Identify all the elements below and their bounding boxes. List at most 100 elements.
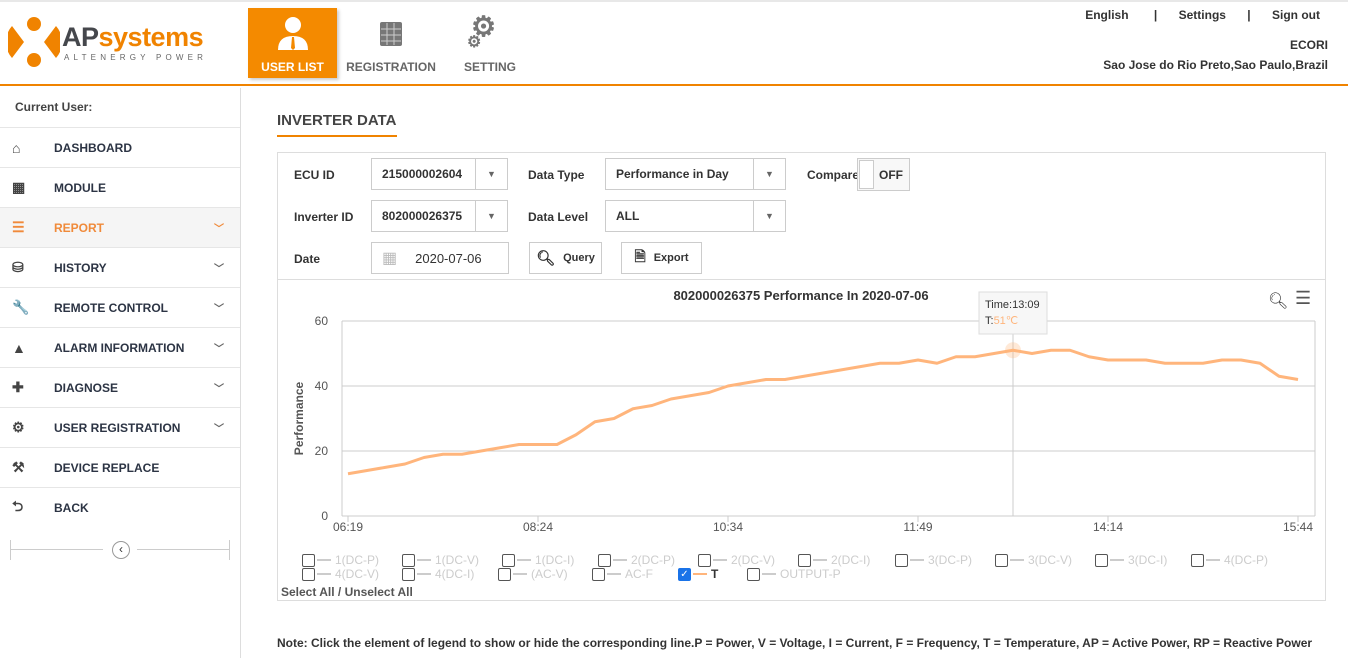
back-icon: ⮌ bbox=[12, 497, 24, 514]
nav-user-list[interactable]: USER LIST bbox=[248, 8, 337, 78]
x-tick-label: 10:34 bbox=[713, 520, 743, 534]
search-icon: 🔍︎ bbox=[536, 250, 556, 267]
sidebar-item-back[interactable]: ⮌ BACK bbox=[0, 487, 240, 527]
sidebar-item-alarm-information[interactable]: ▲ ALARM INFORMATION ﹀ bbox=[0, 327, 240, 367]
checkbox[interactable] bbox=[302, 553, 315, 567]
sidebar-item-label: REMOTE CONTROL bbox=[54, 300, 168, 315]
hover-marker bbox=[1005, 342, 1021, 359]
checkbox[interactable] bbox=[798, 553, 811, 567]
sidebar-item-user-registration[interactable]: ⚙ USER REGISTRATION ﹀ bbox=[0, 407, 240, 447]
chevron-down-icon: ﹀ bbox=[214, 224, 224, 235]
signout-link[interactable]: Sign out bbox=[1272, 8, 1320, 22]
select-all-link[interactable]: Select All / Unselect All bbox=[281, 585, 413, 599]
home-icon: ⌂ bbox=[12, 139, 21, 156]
user-name: ECORI bbox=[1289, 38, 1328, 52]
checkbox[interactable] bbox=[592, 567, 605, 581]
chevron-down-icon: ﹀ bbox=[214, 424, 224, 435]
checkbox[interactable] bbox=[995, 553, 1008, 567]
sidebar-item-label: DEVICE REPLACE bbox=[54, 460, 160, 475]
legend-item[interactable]: 4(DC-V) bbox=[302, 567, 379, 581]
tooltip-value: T:51℃ bbox=[985, 315, 1018, 327]
legend-item[interactable]: 4(DC-P) bbox=[1191, 553, 1268, 567]
sidebar-item-report[interactable]: ☰ REPORT ﹀ bbox=[0, 207, 240, 247]
sidebar-item-label: DIAGNOSE bbox=[54, 380, 119, 395]
nav-setting[interactable]: ⚙ ⚙ SETTING bbox=[455, 8, 525, 78]
data-type-select[interactable]: Performance in Day ▼ bbox=[605, 158, 786, 190]
document-icon: 🗎 bbox=[634, 248, 646, 264]
apsystems-logo-icon bbox=[8, 17, 60, 67]
legend-item[interactable]: 3(DC-V) bbox=[995, 553, 1072, 567]
legend-item[interactable]: 1(DC-P) bbox=[302, 553, 379, 567]
checkbox[interactable] bbox=[598, 553, 611, 567]
inverter-id-select[interactable]: 802000026375 ▼ bbox=[371, 200, 508, 232]
data-level-select[interactable]: ALL ▼ bbox=[605, 200, 786, 232]
menu-icon[interactable]: ☰ bbox=[1295, 288, 1311, 309]
date-input[interactable]: ▦ 2020-07-06 bbox=[371, 242, 509, 274]
settings-link[interactable]: Settings bbox=[1179, 8, 1226, 22]
report-icon: ☰ bbox=[12, 219, 25, 235]
legend-item[interactable]: 1(DC-V) bbox=[402, 553, 479, 567]
language-link[interactable]: English bbox=[1085, 8, 1128, 22]
checkbox[interactable] bbox=[502, 553, 515, 567]
legend-item[interactable]: 2(DC-P) bbox=[598, 553, 675, 567]
nav-registration[interactable]: REGISTRATION bbox=[345, 8, 437, 78]
y-tick-label: 20 bbox=[315, 444, 329, 458]
ecu-id-select[interactable]: 215000002604 ▼ bbox=[371, 158, 508, 190]
zoom-icon[interactable]: 🔍︎ bbox=[1268, 291, 1288, 311]
query-button[interactable]: 🔍︎ Query bbox=[529, 242, 602, 274]
grid-icon: ▦ bbox=[12, 179, 26, 195]
sidebar-item-device-replace[interactable]: ⚒ DEVICE REPLACE bbox=[0, 447, 240, 487]
sidebar: Current User: ⌂ DASHBOARD ▦ MODULE ☰ REPORT ﹀ ⛁… bbox=[0, 88, 241, 658]
page-title: INVERTER DATA bbox=[277, 112, 397, 129]
legend-item[interactable]: 1(DC-I) bbox=[502, 553, 574, 567]
export-button[interactable]: 🗎 Export bbox=[621, 242, 702, 274]
legend-item[interactable]: 4(DC-I) bbox=[402, 567, 474, 581]
header: APsystems ALTENERGY POWER USER LIST REGI… bbox=[0, 0, 1348, 86]
legend-item[interactable]: (AC-V) bbox=[498, 567, 568, 581]
legend-item[interactable]: OUTPUT-P bbox=[747, 567, 841, 581]
sidebar-item-dashboard[interactable]: ⌂ DASHBOARD bbox=[0, 127, 240, 167]
legend-item[interactable]: AC-F bbox=[592, 567, 653, 581]
sidebar-item-history[interactable]: ⛁ HISTORY ﹀ bbox=[0, 247, 240, 287]
chevron-down-icon: ﹀ bbox=[214, 264, 224, 275]
checkbox[interactable] bbox=[498, 567, 511, 581]
sidebar-item-label: REPORT bbox=[54, 220, 105, 235]
database-icon: ⛁ bbox=[12, 259, 24, 275]
checkbox[interactable] bbox=[302, 567, 315, 581]
chevron-down-icon: ▼ bbox=[475, 201, 507, 231]
y-axis-label: Performance bbox=[292, 381, 306, 455]
x-tick-label: 14:14 bbox=[1093, 520, 1123, 534]
legend-note: Note: Click the element of legend to sho… bbox=[277, 636, 1313, 650]
sidebar-item-remote-control[interactable]: 🔧 REMOTE CONTROL ﹀ bbox=[0, 287, 240, 327]
title-underline bbox=[277, 135, 397, 137]
legend-item[interactable]: 2(DC-I) bbox=[798, 553, 870, 567]
checkbox[interactable] bbox=[402, 553, 415, 567]
checkbox[interactable] bbox=[1095, 553, 1108, 567]
legend-item[interactable]: 3(DC-I) bbox=[1095, 553, 1167, 567]
checkbox[interactable]: ✓ bbox=[678, 567, 691, 581]
compare-toggle[interactable]: OFF bbox=[857, 158, 910, 191]
performance-chart: 802000026375 Performance In 2020-07-06 0 2… bbox=[292, 288, 1316, 534]
x-tick-label: 15:44 bbox=[1283, 520, 1313, 534]
sidebar-item-label: HISTORY bbox=[54, 260, 107, 275]
sidebar-item-diagnose[interactable]: ✚ DIAGNOSE ﹀ bbox=[0, 367, 240, 407]
chart-title: 802000026375 Performance In 2020-07-06 bbox=[673, 288, 928, 303]
checkbox[interactable] bbox=[402, 567, 415, 581]
checkbox[interactable] bbox=[895, 553, 908, 567]
sidebar-item-module[interactable]: ▦ MODULE bbox=[0, 167, 240, 207]
x-tick-label: 11:49 bbox=[903, 520, 932, 534]
sidebar-item-label: DASHBOARD bbox=[54, 140, 132, 155]
collapse-sidebar-button[interactable]: ‹ bbox=[112, 541, 130, 559]
y-tick-label: 40 bbox=[315, 379, 329, 393]
chevron-down-icon: ﹀ bbox=[214, 344, 224, 355]
sidebar-item-label: MODULE bbox=[54, 180, 106, 195]
legend-item[interactable]: 3(DC-P) bbox=[895, 553, 972, 567]
chevron-down-icon: ▼ bbox=[753, 159, 785, 189]
sidebar-item-label: BACK bbox=[54, 500, 89, 515]
checkbox[interactable] bbox=[698, 553, 711, 567]
legend-item[interactable]: ✓ T bbox=[678, 567, 718, 581]
gears-icon: ⚙ bbox=[12, 419, 25, 435]
checkbox[interactable] bbox=[1191, 553, 1204, 567]
legend-item[interactable]: 2(DC-V) bbox=[698, 553, 775, 567]
checkbox[interactable] bbox=[747, 567, 760, 581]
